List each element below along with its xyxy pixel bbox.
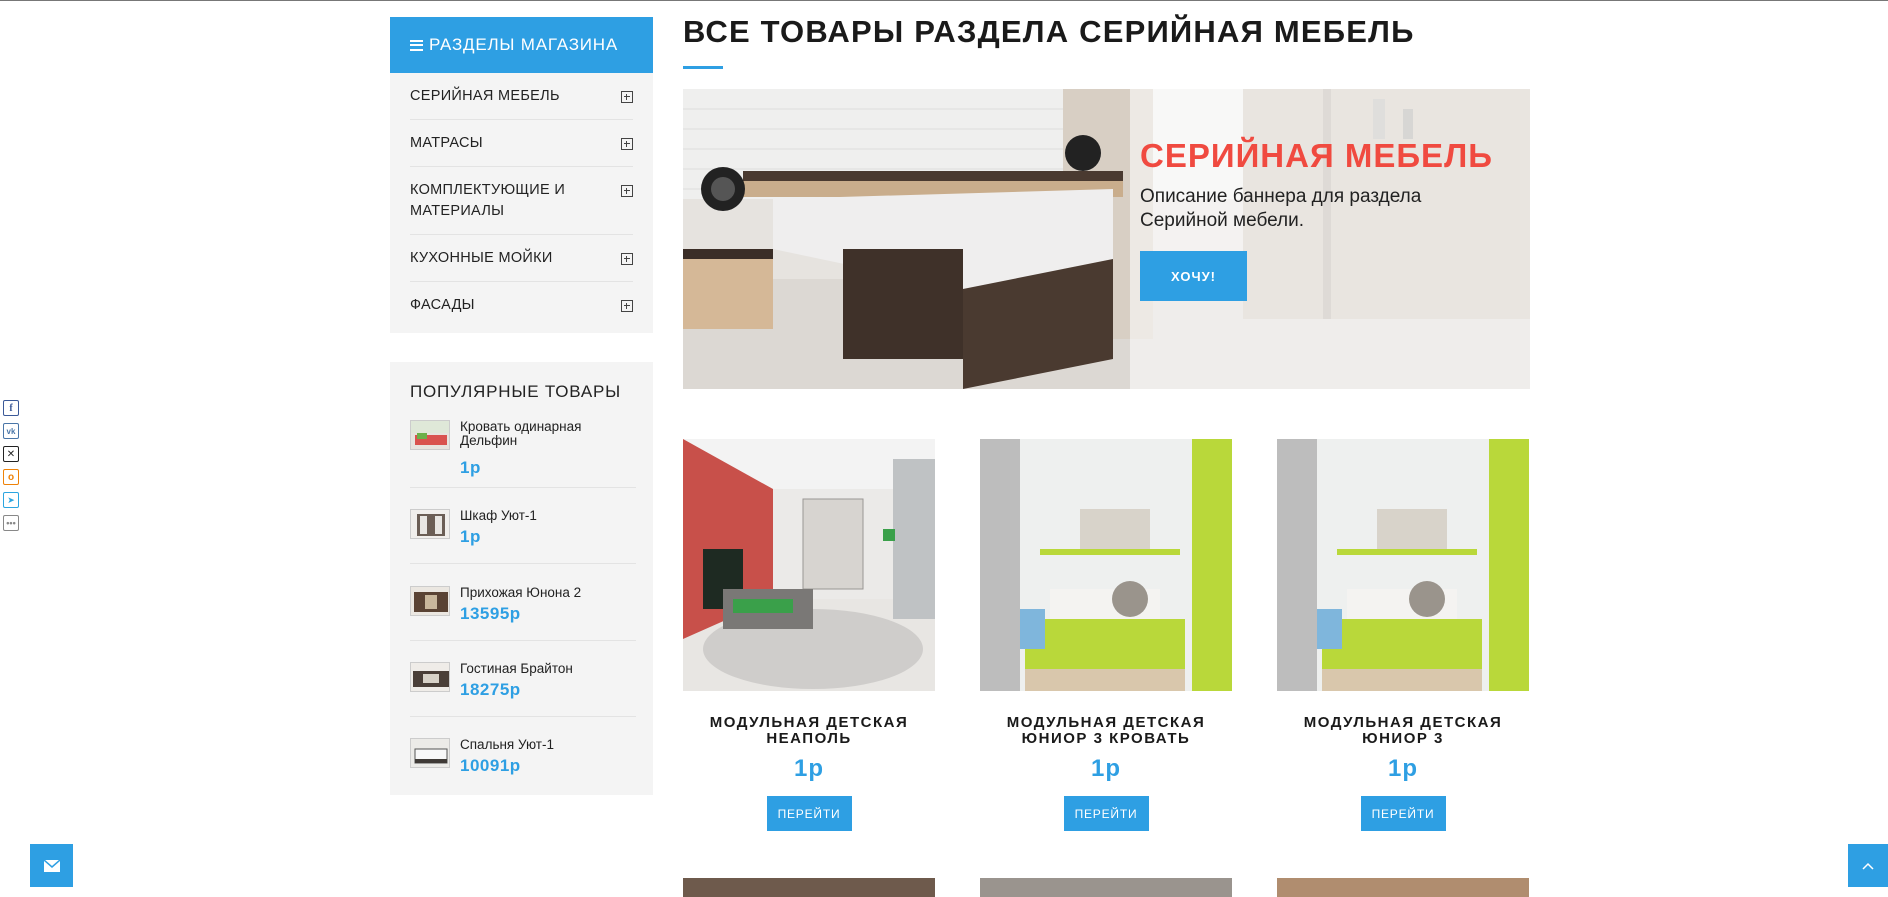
category-label: МАТРАСЫ [410, 135, 483, 151]
product-card: МОДУЛЬНАЯ ДЕТСКАЯ НЕАПОЛЬ 1р ПЕРЕЙТИ [683, 439, 935, 831]
category-label: КОМПЛЕКТУЮЩИЕ И МАТЕРИАЛЫ [410, 182, 566, 219]
product-thumbnail[interactable] [410, 738, 450, 768]
popular-item[interactable]: Прихожая Юнона 2 13595р [410, 563, 636, 641]
banner-overlay [1130, 89, 1530, 389]
product-card: МОДУЛЬНАЯ ДЕТСКАЯ ЮНИОР 3 1р ПЕРЕЙТИ [1277, 439, 1529, 831]
product-title[interactable]: МОДУЛЬНАЯ ДЕТСКАЯ НЕАПОЛЬ [683, 715, 935, 747]
product-thumbnail[interactable] [410, 586, 450, 616]
product-price: 13595р [460, 604, 521, 623]
product-name[interactable]: Спальня Уют-1 [460, 738, 636, 752]
category-item-components[interactable]: КОМПЛЕКТУЮЩИЕ И МАТЕРИАЛЫ [410, 167, 633, 235]
category-item-serial-furniture[interactable]: СЕРИЙНАЯ МЕБЕЛЬ [410, 73, 633, 120]
product-price: 1р [1387, 755, 1418, 782]
catalog-menu: РАЗДЕЛЫ МАГАЗИНА СЕРИЙНАЯ МЕБЕЛЬ МАТРАСЫ… [390, 17, 653, 333]
top-border [0, 0, 1888, 1]
product-name[interactable]: Кровать одинарная Дельфин [460, 420, 636, 448]
category-item-kitchen-sinks[interactable]: КУХОННЫЕ МОЙКИ [410, 235, 633, 282]
product-name[interactable]: Гостиная Брайтон [460, 662, 636, 676]
popular-item[interactable]: Шкаф Уют-1 1р [410, 487, 636, 564]
contact-mail-button[interactable] [30, 844, 73, 887]
product-price: 1р [793, 755, 824, 782]
product-name[interactable]: Шкаф Уют-1 [460, 509, 636, 523]
product-name[interactable]: Прихожая Юнона 2 [460, 586, 636, 600]
expand-plus-icon[interactable] [621, 185, 633, 197]
product-price: 1р [1090, 755, 1121, 782]
category-banner: СЕРИЙНАЯ МЕБЕЛЬ Описание баннера для раз… [683, 89, 1530, 389]
category-item-mattresses[interactable]: МАТРАСЫ [410, 120, 633, 167]
catalog-header[interactable]: РАЗДЕЛЫ МАГАЗИНА [390, 17, 653, 73]
scroll-to-top-button[interactable] [1848, 844, 1888, 887]
popular-title: ПОПУЛЯРНЫЕ ТОВАРЫ [410, 382, 622, 401]
category-label: КУХОННЫЕ МОЙКИ [410, 250, 553, 266]
product-price: 1р [460, 458, 481, 477]
product-price: 1р [460, 527, 481, 546]
product-price: 18275р [460, 680, 521, 699]
product-image-partial[interactable] [683, 878, 935, 897]
expand-plus-icon[interactable] [621, 300, 633, 312]
banner-cta-button[interactable]: ХОЧУ! [1140, 251, 1247, 301]
vk-share-icon[interactable]: vk [3, 423, 19, 439]
product-image[interactable] [1277, 439, 1529, 691]
product-go-button[interactable]: ПЕРЕЙТИ [1063, 796, 1149, 831]
banner-description: Описание баннера для раздела Серийной ме… [1140, 186, 1422, 231]
title-underline [683, 66, 723, 69]
product-image[interactable] [980, 439, 1232, 691]
popular-item[interactable]: Кровать одинарная Дельфин 1р [410, 418, 636, 488]
chevron-up-icon [1862, 862, 1874, 870]
menu-bars-icon [410, 39, 423, 51]
product-thumbnail[interactable] [410, 662, 450, 692]
expand-plus-icon[interactable] [621, 91, 633, 103]
envelope-icon [43, 859, 60, 872]
expand-plus-icon[interactable] [621, 138, 633, 150]
product-thumbnail[interactable] [410, 420, 450, 450]
catalog-title: РАЗДЕЛЫ МАГАЗИНА [429, 35, 619, 54]
popular-item[interactable]: Спальня Уют-1 10091р [410, 716, 636, 792]
product-card: МОДУЛЬНАЯ ДЕТСКАЯ ЮНИОР 3 КРОВАТЬ 1р ПЕР… [980, 439, 1232, 831]
telegram-share-icon[interactable]: ➤ [3, 492, 19, 508]
facebook-share-icon[interactable]: f [3, 400, 19, 416]
odnoklassniki-share-icon[interactable]: o [3, 469, 19, 485]
category-label: ФАСАДЫ [410, 297, 475, 313]
product-price: 10091р [460, 756, 521, 775]
product-thumbnail[interactable] [410, 509, 450, 539]
product-image-partial[interactable] [980, 878, 1232, 897]
x-share-icon[interactable]: ✕ [3, 446, 19, 462]
popular-products: ПОПУЛЯРНЫЕ ТОВАРЫ Кровать одинарная Дель… [390, 362, 653, 795]
product-title[interactable]: МОДУЛЬНАЯ ДЕТСКАЯ ЮНИОР 3 КРОВАТЬ [980, 715, 1232, 747]
product-go-button[interactable]: ПЕРЕЙТИ [1360, 796, 1446, 831]
product-title[interactable]: МОДУЛЬНАЯ ДЕТСКАЯ ЮНИОР 3 [1277, 715, 1529, 747]
product-go-button[interactable]: ПЕРЕЙТИ [766, 796, 852, 831]
more-share-icon[interactable]: ••• [3, 515, 19, 531]
banner-heading: СЕРИЙНАЯ МЕБЕЛЬ [1140, 137, 1493, 174]
page-title: ВСЕ ТОВАРЫ РАЗДЕЛА СЕРИЙНАЯ МЕБЕЛЬ [683, 14, 1415, 49]
category-label: СЕРИЙНАЯ МЕБЕЛЬ [410, 88, 560, 104]
category-item-facades[interactable]: ФАСАДЫ [410, 282, 633, 328]
product-image-partial[interactable] [1277, 878, 1529, 897]
popular-item[interactable]: Гостиная Брайтон 18275р [410, 640, 636, 717]
product-image[interactable] [683, 439, 935, 691]
expand-plus-icon[interactable] [621, 253, 633, 265]
